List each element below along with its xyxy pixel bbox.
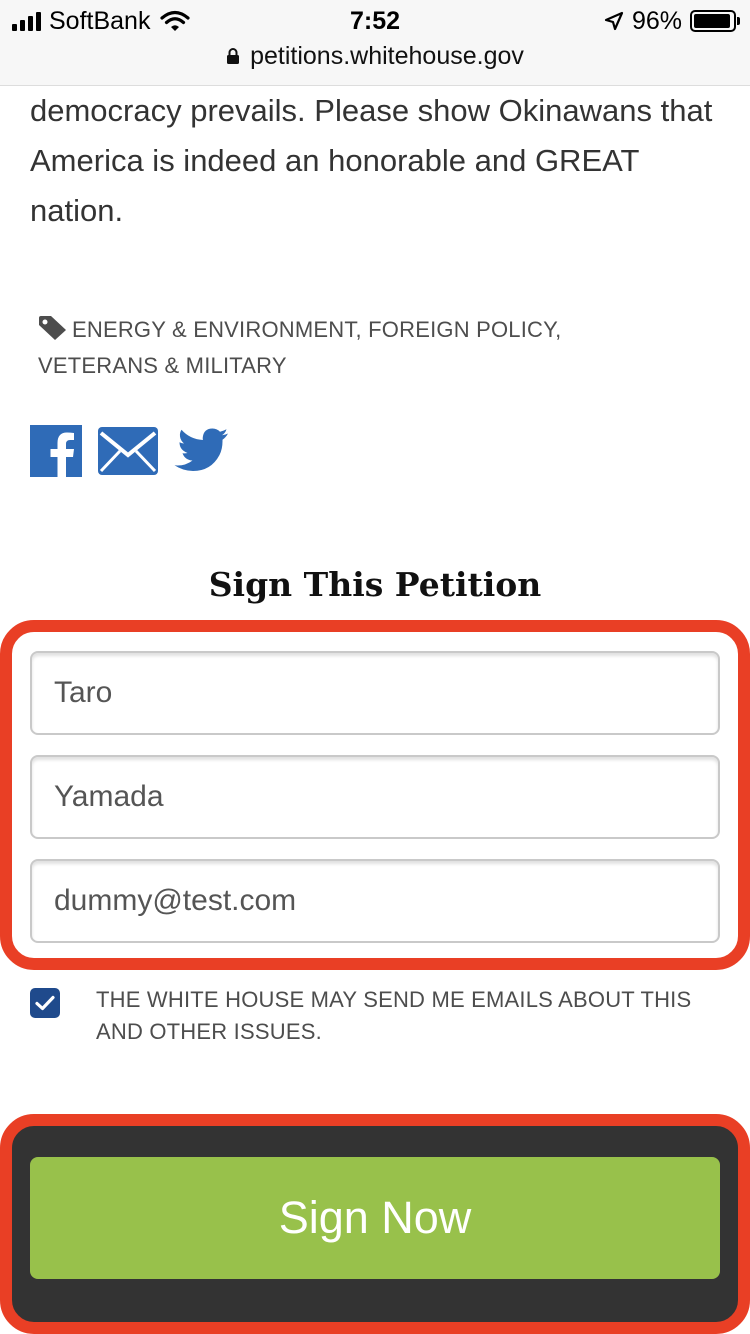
checkmark-icon [35, 995, 55, 1011]
twitter-icon[interactable] [174, 428, 228, 474]
status-right: 96% [604, 6, 740, 36]
sign-petition-heading: Sign This Petition [208, 565, 542, 604]
sign-now-button[interactable]: Sign Now [30, 1157, 720, 1279]
lock-icon [227, 48, 240, 64]
facebook-icon[interactable] [30, 425, 82, 477]
email-opt-in-checkbox[interactable] [30, 988, 60, 1018]
tag-veterans-military[interactable]: VETERANS & MILITARY [38, 353, 287, 378]
tag-energy-environment[interactable]: ENERGY & ENVIRONMENT [72, 317, 356, 342]
petition-body-text: democracy prevails. Please show Okinawan… [30, 93, 713, 228]
battery-percent: 96% [631, 6, 682, 35]
url-text: petitions.whitehouse.gov [250, 41, 524, 70]
email-input[interactable] [30, 859, 720, 943]
share-buttons [30, 425, 228, 477]
address-bar[interactable]: petitions.whitehouse.gov [0, 40, 750, 72]
last-name-input[interactable] [30, 755, 720, 839]
location-arrow-icon [604, 11, 624, 31]
tag-foreign-policy[interactable]: FOREIGN POLICY [368, 317, 555, 342]
petition-tags: ENERGY & ENVIRONMENT, FOREIGN POLICY, VE… [38, 316, 562, 378]
battery-icon [690, 10, 740, 32]
browser-top-bar: SoftBank 7:52 96% petitions.whitehouse.g… [0, 0, 750, 86]
email-opt-in-label[interactable]: THE WHITE HOUSE MAY SEND ME EMAILS ABOUT… [96, 984, 716, 1048]
first-name-input[interactable] [30, 651, 720, 735]
email-icon[interactable] [98, 427, 158, 475]
tag-icon [39, 316, 66, 340]
